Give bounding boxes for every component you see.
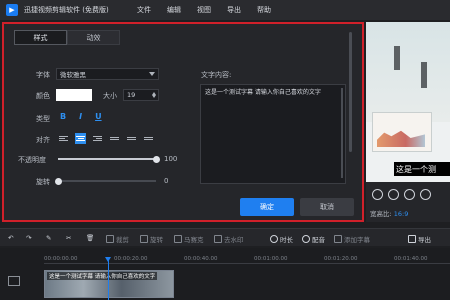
underline-button[interactable]: U — [95, 112, 102, 121]
preview-object — [394, 46, 400, 70]
preview-object — [421, 62, 427, 88]
timeline-tick: 00:01:40.00 — [394, 256, 428, 262]
next-icon[interactable] — [404, 189, 415, 200]
align-center-icon[interactable] — [75, 133, 86, 144]
remove-watermark-button[interactable]: 去水印 — [214, 234, 244, 244]
opacity-slider[interactable] — [58, 155, 160, 163]
title-bar: ▶ 迅捷视频剪辑软件 (免费版) 文件 编辑 视图 导出 帮助 — [0, 0, 450, 20]
italic-button[interactable]: I — [79, 112, 82, 121]
size-stepper[interactable]: 19 — [123, 89, 159, 101]
align-left-icon[interactable] — [58, 133, 69, 144]
preview-chart-board — [372, 112, 432, 152]
size-label: 大小 — [103, 92, 117, 100]
timeline-tick: 00:01:00.00 — [254, 256, 288, 262]
font-label: 字体 — [36, 71, 50, 79]
clip-subtitle-label: 这是一个测试字幕 请输入你自己喜欢的文字 — [47, 272, 158, 280]
opacity-slider-handle[interactable] — [152, 155, 160, 163]
align-label: 对齐 — [36, 136, 50, 144]
aspect-ratio-value: 16:9 — [393, 210, 409, 218]
delete-icon[interactable]: 🗑 — [86, 234, 94, 242]
mosaic-button[interactable]: 马赛克 — [174, 234, 204, 244]
subtitle-icon — [334, 235, 342, 243]
timeline-tick: 00:01:20.00 — [324, 256, 358, 262]
dub-button[interactable]: 配音 — [302, 234, 325, 244]
text-content-label: 文字内容: — [201, 71, 232, 79]
redo-icon[interactable]: ↷ — [26, 234, 31, 242]
crop-icon — [106, 235, 114, 243]
aspect-ratio-label: 宽高比: — [370, 210, 392, 218]
timeline-tick: 00:00:00.00 — [44, 256, 78, 262]
text-content-input[interactable]: 这是一个测试字幕 请输入你自己喜欢的文字 — [200, 84, 346, 184]
video-track-icon — [8, 276, 20, 286]
rotate-label: 旋转 — [36, 178, 50, 186]
volume-icon[interactable] — [420, 189, 431, 200]
menu-export[interactable]: 导出 — [219, 5, 249, 15]
video-preview: 这是一个测 — [366, 22, 450, 182]
rotate-icon — [140, 235, 148, 243]
add-subtitle-button[interactable]: 添加字幕 — [334, 234, 370, 244]
color-label: 颜色 — [36, 92, 50, 100]
dialog-scrollbar[interactable] — [349, 32, 352, 152]
tab-animation[interactable]: 动效 — [67, 30, 120, 45]
opacity-slider-fill — [58, 158, 156, 160]
clock-icon — [270, 235, 278, 243]
align-bottom-icon[interactable] — [143, 133, 154, 144]
tab-style[interactable]: 样式 — [14, 30, 67, 45]
rotate-value: 0 — [164, 177, 169, 185]
timeline-tick: 00:00:40.00 — [184, 256, 218, 262]
play-icon[interactable] — [388, 189, 399, 200]
app-logo-icon: ▶ — [6, 4, 18, 16]
cut-icon[interactable]: ✂ — [66, 234, 71, 242]
app-title: 迅捷视频剪辑软件 (免费版) — [24, 6, 109, 14]
undo-icon[interactable]: ↶ — [8, 234, 13, 242]
font-select[interactable]: 微软雅黑 — [56, 68, 159, 80]
timeline[interactable]: 00:00:00.00 00:00:20.00 00:00:40.00 00:0… — [0, 248, 450, 300]
menu-edit[interactable]: 编辑 — [159, 5, 189, 15]
crop-button[interactable]: 裁剪 — [106, 234, 129, 244]
video-clip[interactable]: 这是一个测试字幕 请输入你自己喜欢的文字 — [44, 270, 174, 298]
opacity-label: 不透明度 — [18, 156, 46, 164]
subtitle-style-dialog: 样式 动效 字体 微软雅黑 颜色 大小 19 类型 B I U 对齐 不透明度 … — [2, 22, 364, 222]
duration-button[interactable]: 时长 — [270, 234, 293, 244]
microphone-icon — [302, 235, 310, 243]
export-icon — [408, 235, 416, 243]
type-label: 类型 — [36, 115, 50, 123]
align-right-icon[interactable] — [92, 133, 103, 144]
menu-file[interactable]: 文件 — [129, 5, 159, 15]
bold-button[interactable]: B — [60, 112, 66, 121]
preview-controls: 宽高比: 16:9 — [366, 182, 450, 222]
decrement-arrow-icon[interactable] — [152, 95, 156, 98]
preview-scene — [366, 22, 450, 122]
edit-icon[interactable]: ✎ — [46, 234, 51, 242]
text-style-buttons: B I U — [60, 112, 102, 121]
align-middle-icon[interactable] — [126, 133, 137, 144]
text-content-value: 这是一个测试字幕 请输入你自己喜欢的文字 — [205, 89, 321, 96]
aspect-ratio[interactable]: 宽高比: 16:9 — [370, 208, 408, 218]
edit-toolbar: ↶ ↷ ✎ ✂ 🗑 裁剪 旋转 马赛克 去水印 时长 配音 添加字幕 导出 — [0, 228, 450, 246]
preview-subtitle: 这是一个测 — [394, 162, 450, 176]
color-picker[interactable] — [56, 89, 92, 101]
menu-help[interactable]: 帮助 — [249, 5, 279, 15]
timeline-tick: 00:00:20.00 — [114, 256, 148, 262]
menu-bar: 文件 编辑 视图 导出 帮助 — [129, 5, 279, 15]
size-stepper-value: 19 — [127, 91, 136, 99]
chevron-down-icon — [149, 72, 155, 76]
confirm-button[interactable]: 确定 — [240, 198, 294, 216]
previous-icon[interactable] — [372, 189, 383, 200]
rotate-button[interactable]: 旋转 — [140, 234, 163, 244]
align-buttons — [58, 133, 154, 144]
export-button[interactable]: 导出 — [408, 234, 431, 244]
font-select-value: 微软雅黑 — [60, 71, 86, 79]
align-top-icon[interactable] — [109, 133, 120, 144]
textarea-scrollbar[interactable] — [341, 88, 343, 178]
menu-view[interactable]: 视图 — [189, 5, 219, 15]
mosaic-icon — [174, 235, 182, 243]
rotate-slider[interactable] — [54, 177, 156, 185]
rotate-slider-handle[interactable] — [54, 177, 62, 185]
opacity-value: 100 — [164, 155, 178, 163]
watermark-icon — [214, 235, 222, 243]
dialog-tabs: 样式 动效 — [14, 30, 120, 45]
cancel-button[interactable]: 取消 — [300, 198, 354, 216]
playhead[interactable] — [105, 257, 111, 300]
